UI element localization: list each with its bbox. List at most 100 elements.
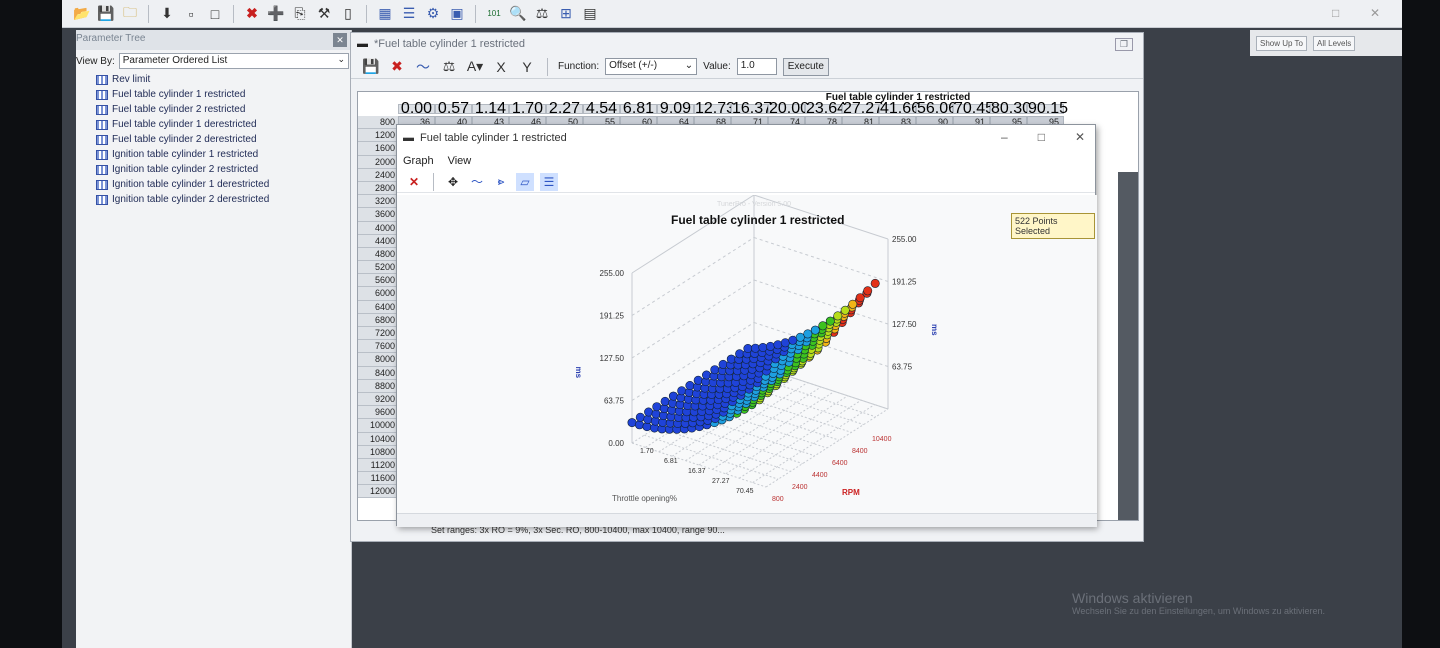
delete-icon[interactable]: ✖	[242, 4, 262, 24]
rotate-icon[interactable]: ✥	[444, 173, 462, 191]
screen: 📂 💾 🗀 ⬇ ▫ □ ✖ ➕ ⎘ ⚒ ▯ ▦ ☰ ⚙ ▣ 101 🔍 ⚖ ⊞ …	[62, 0, 1402, 648]
menu-graph[interactable]: Graph	[403, 155, 434, 167]
x-axis-cell: 0.00	[398, 101, 435, 117]
parameter-list: Rev limit Fuel table cylinder 1 restrict…	[76, 72, 351, 207]
show-up-to-select[interactable]: Show Up To	[1256, 35, 1307, 51]
rpm-axis-cell: 800	[358, 116, 398, 130]
list-item[interactable]: Ignition table cylinder 1 restricted	[96, 147, 351, 162]
list-item[interactable]: Fuel table cylinder 1 restricted	[96, 87, 351, 102]
close-icon[interactable]: ✕	[405, 173, 423, 191]
format-icon[interactable]: A▾	[465, 57, 485, 77]
scale-icon[interactable]: ⚖	[532, 4, 552, 24]
graph-canvas[interactable]: 0.00 63.75 127.50 191.25 255.00 63.75 127.50 19…	[397, 194, 1097, 527]
graph-icon[interactable]: 〜	[413, 57, 433, 77]
restore-icon[interactable]: ❐	[1114, 37, 1133, 51]
list-item[interactable]: Fuel table cylinder 2 derestricted	[96, 132, 351, 147]
table-view-icon[interactable]: ☰	[540, 172, 558, 191]
axis-y-icon[interactable]: Y	[517, 57, 537, 77]
list-item-label: Ignition table cylinder 1 derestricted	[112, 179, 270, 190]
menu-view[interactable]: View	[448, 155, 472, 167]
surface-point	[750, 343, 760, 353]
maximize-icon[interactable]: □	[1332, 6, 1339, 20]
list-item[interactable]: Fuel table cylinder 1 derestricted	[96, 117, 351, 132]
x-axis-cell: 41.66	[879, 100, 921, 117]
surface-point	[735, 349, 745, 359]
blank-icon[interactable]: □	[205, 4, 225, 24]
x-tick-label: 1.70	[640, 448, 654, 455]
view-by-select[interactable]: Parameter Ordered List ⌄	[118, 53, 349, 69]
close-icon[interactable]: ✕	[1370, 6, 1380, 20]
rpm-axis-cell: 3600	[358, 208, 398, 222]
rpm-axis-cell: 8000	[358, 353, 398, 367]
rpm-axis-cell: 8800	[358, 379, 398, 393]
parameter-tree-panel: Parameter Tree ✕ View By: Parameter Orde…	[76, 30, 352, 648]
list-item[interactable]: Rev limit	[96, 72, 351, 87]
line-graph-icon[interactable]: 〜	[468, 173, 486, 191]
monitor-icon[interactable]: ▣	[447, 4, 467, 24]
function-select[interactable]: Offset (+/-) ⌄	[605, 58, 698, 75]
page-icon[interactable]: ▯	[338, 4, 358, 24]
compare-icon[interactable]: ⚖	[439, 57, 459, 77]
grid-icon[interactable]: ▦	[375, 4, 395, 24]
z-tick-label: 127.50	[892, 320, 917, 329]
copy-icon[interactable]: ⎘	[290, 4, 310, 24]
rpm-axis-cell: 4800	[358, 247, 398, 262]
folder-open-icon[interactable]: 📂	[72, 4, 92, 24]
settings-icon[interactable]: ⚙	[423, 4, 443, 24]
surface-chart[interactable]: 0.00 63.75 127.50 191.25 255.00 63.75 127.50 19…	[397, 194, 1097, 513]
surface-point	[710, 365, 720, 375]
minimize-icon[interactable]: –	[1001, 130, 1008, 144]
rpm-axis-cell: 5600	[358, 274, 398, 288]
area-graph-icon[interactable]: ⩺	[492, 173, 510, 191]
new-icon[interactable]: ▫	[181, 4, 201, 24]
search-icon[interactable]: 🔍	[508, 4, 528, 24]
surface-point	[780, 338, 790, 348]
parameter-tree-header: Parameter Tree ✕	[76, 30, 351, 50]
table-window-toolbar: 💾 ✖ 〜 ⚖ A▾ X Y Function: Offset (+/-) ⌄ V…	[351, 55, 1143, 79]
close-icon[interactable]: ✖	[387, 57, 407, 77]
z-tick-label: 191.25	[600, 312, 625, 321]
axis-x-icon[interactable]: X	[491, 57, 511, 77]
windows-activation-watermark: Windows aktivieren Wechseln Sie zu den E…	[1072, 590, 1352, 617]
x-axis-cell: 1.70	[509, 101, 546, 117]
list-item[interactable]: Ignition table cylinder 1 derestricted	[96, 177, 351, 192]
rpm-axis-cell: 6800	[358, 313, 398, 327]
close-icon[interactable]: ✕	[333, 33, 347, 47]
surface-point	[660, 396, 670, 406]
table-scroll-area[interactable]	[1118, 172, 1138, 520]
x-axis-label: Throttle opening%	[612, 494, 677, 503]
save-all-icon[interactable]: 🗀	[120, 4, 140, 24]
all-levels-select[interactable]: All Levels	[1313, 35, 1356, 51]
rpm-axis-cell: 11600	[358, 472, 398, 486]
tree-icon[interactable]: ⊞	[556, 4, 576, 24]
execute-button[interactable]: Execute	[782, 57, 829, 76]
list-item[interactable]: Ignition table cylinder 2 derestricted	[96, 192, 351, 207]
surface-point	[758, 343, 768, 353]
list-item[interactable]: Ignition table cylinder 2 restricted	[96, 162, 351, 177]
calculator-icon[interactable]: ▤	[580, 4, 600, 24]
tool-icon[interactable]: ⚒	[314, 4, 334, 24]
close-icon[interactable]: ✕	[1075, 130, 1085, 144]
list-item[interactable]: Fuel table cylinder 2 restricted	[96, 102, 351, 117]
chevron-down-icon: ⌄	[684, 60, 694, 71]
y-tick-label: 10400	[872, 436, 892, 443]
surface-point	[788, 335, 798, 345]
surface-graph-icon[interactable]: ▱	[516, 172, 534, 191]
value-input[interactable]: 1.0	[736, 58, 777, 75]
list-icon[interactable]: ☰	[399, 4, 419, 24]
add-icon[interactable]: ➕	[266, 4, 286, 24]
view-by-value: Parameter Ordered List	[122, 55, 228, 66]
document-icon[interactable]: ⬇	[157, 4, 177, 24]
rpm-axis-column: 800 1200 1600 2000 2400 2800 3200 3600 4000 4400 4…	[358, 116, 398, 499]
z-tick-label: 0.00	[608, 439, 624, 448]
view-by-row: View By: Parameter Ordered List ⌄	[76, 50, 351, 72]
x-axis-cell: 9.09	[657, 101, 694, 117]
surface-point	[685, 381, 695, 391]
x-tick-label: 16.37	[688, 468, 706, 475]
save-icon[interactable]: 💾	[96, 4, 116, 24]
counter-icon[interactable]: 101	[484, 4, 504, 24]
save-icon[interactable]: 💾	[361, 57, 381, 77]
value-label: Value:	[703, 61, 731, 72]
maximize-icon[interactable]: □	[1038, 130, 1045, 144]
graph-window-titlebar: ▬ Fuel table cylinder 1 restricted – □ ✕	[397, 125, 1095, 151]
